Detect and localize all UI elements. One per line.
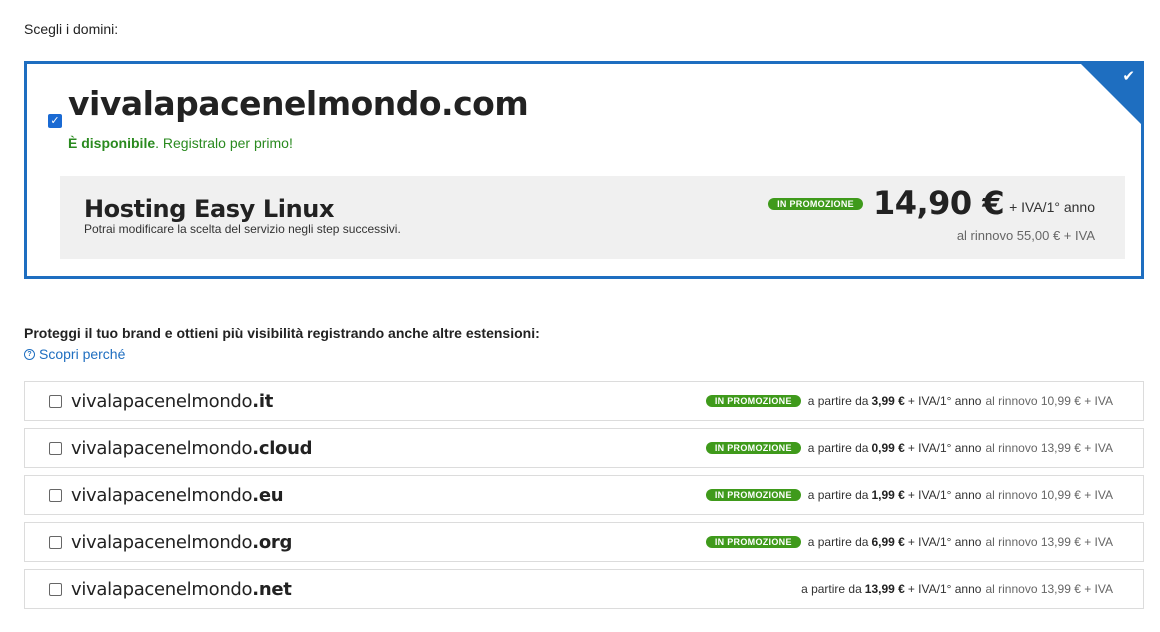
extension-checkbox[interactable]: [49, 489, 62, 502]
extension-row[interactable]: vivalapacenelmondo.it IN PROMOZIONE a pa…: [24, 381, 1144, 421]
extension-price-suffix: + IVA/1° anno: [907, 582, 982, 596]
extension-tld: .cloud: [252, 438, 313, 459]
extension-renewal: al rinnovo 10,99 € + IVA: [985, 394, 1113, 408]
page-heading: Scegli i domini:: [24, 21, 119, 37]
extension-checkbox[interactable]: [49, 583, 62, 596]
extension-domain-base: vivalapacenelmondo: [71, 485, 253, 506]
extension-price-value: 3,99 €: [871, 394, 905, 408]
extension-row[interactable]: vivalapacenelmondo.net a partire da 13,9…: [24, 569, 1144, 609]
hosting-price: IN PROMOZIONE 14,90 € + IVA/1° anno: [768, 184, 1095, 222]
extension-price-suffix: + IVA/1° anno: [907, 394, 982, 408]
hosting-box: Hosting Easy Linux Potrai modificare la …: [60, 176, 1125, 259]
extension-domain: vivalapacenelmondo.eu: [71, 485, 284, 506]
extensions-section-title: Proteggi il tuo brand e ottieni più visi…: [24, 325, 540, 341]
extension-row[interactable]: vivalapacenelmondo.org IN PROMOZIONE a p…: [24, 522, 1144, 562]
main-domain-card[interactable]: ✔ ✓ vivalapacenelmondo.com È disponibile…: [24, 61, 1144, 279]
extension-domain-base: vivalapacenelmondo: [71, 391, 253, 412]
extension-checkbox[interactable]: [49, 395, 62, 408]
extension-tld: .org: [252, 532, 293, 553]
main-domain-name: vivalapacenelmondo.com: [68, 84, 529, 123]
hosting-title: Hosting Easy Linux: [84, 195, 335, 223]
extension-price-value: 13,99 €: [864, 582, 905, 596]
extension-tld: .it: [252, 391, 273, 412]
extension-from: a partire da: [807, 535, 869, 549]
extension-domain-base: vivalapacenelmondo: [71, 438, 253, 459]
extension-price: IN PROMOZIONE a partire da 6,99 € + IVA/…: [705, 535, 1113, 549]
extension-renewal: al rinnovo 13,99 € + IVA: [985, 582, 1113, 596]
extension-price: IN PROMOZIONE a partire da 0,99 € + IVA/…: [705, 441, 1113, 455]
availability-strong: È disponibile: [68, 135, 156, 151]
extension-renewal: al rinnovo 13,99 € + IVA: [985, 535, 1113, 549]
extension-price-suffix: + IVA/1° anno: [907, 535, 982, 549]
extension-price-value: 1,99 €: [871, 488, 905, 502]
extension-from: a partire da: [801, 582, 862, 596]
extension-from: a partire da: [807, 488, 869, 502]
extension-price: a partire da 13,99 € + IVA/1° anno al ri…: [801, 582, 1113, 596]
extension-domain: vivalapacenelmondo.org: [71, 532, 292, 553]
checkmark-icon: ✔: [1122, 67, 1135, 85]
extension-domain-base: vivalapacenelmondo: [71, 579, 253, 600]
hosting-subtitle: Potrai modificare la scelta del servizio…: [84, 222, 401, 236]
extension-tld: .eu: [252, 485, 284, 506]
discover-link-label: Scopri perché: [39, 346, 126, 362]
promo-badge: IN PROMOZIONE: [705, 442, 801, 454]
extension-price-suffix: + IVA/1° anno: [907, 488, 982, 502]
promo-badge: IN PROMOZIONE: [705, 489, 801, 501]
discover-link[interactable]: ? Scopri perché: [24, 346, 125, 362]
hosting-price-suffix: + IVA/1° anno: [1009, 199, 1095, 215]
extension-renewal: al rinnovo 13,99 € + IVA: [985, 441, 1113, 455]
hosting-price-value: 14,90 €: [872, 184, 1005, 222]
extension-price-value: 6,99 €: [871, 535, 905, 549]
extension-from: a partire da: [807, 441, 869, 455]
extension-checkbox[interactable]: [49, 442, 62, 455]
extension-checkbox[interactable]: [49, 536, 62, 549]
availability-rest: . Registralo per primo!: [155, 135, 293, 151]
promo-badge: IN PROMOZIONE: [768, 198, 863, 210]
main-domain-checkbox[interactable]: ✓: [48, 114, 62, 128]
extension-price-suffix: + IVA/1° anno: [907, 441, 982, 455]
help-circle-icon: ?: [24, 348, 35, 360]
promo-badge: IN PROMOZIONE: [705, 395, 801, 407]
extension-price: IN PROMOZIONE a partire da 3,99 € + IVA/…: [705, 394, 1113, 408]
extension-price-value: 0,99 €: [871, 441, 905, 455]
extension-domain: vivalapacenelmondo.net: [71, 579, 292, 600]
hosting-renewal: al rinnovo 55,00 € + IVA: [956, 228, 1095, 243]
availability-status: È disponibile. Registralo per primo!: [68, 135, 293, 151]
extension-price: IN PROMOZIONE a partire da 1,99 € + IVA/…: [705, 488, 1113, 502]
extension-domain: vivalapacenelmondo.cloud: [71, 438, 313, 459]
extension-domain: vivalapacenelmondo.it: [71, 391, 273, 412]
extension-domain-base: vivalapacenelmondo: [71, 532, 253, 553]
extension-tld: .net: [252, 579, 292, 600]
extension-row[interactable]: vivalapacenelmondo.cloud IN PROMOZIONE a…: [24, 428, 1144, 468]
extension-from: a partire da: [807, 394, 869, 408]
extension-renewal: al rinnovo 10,99 € + IVA: [985, 488, 1113, 502]
promo-badge: IN PROMOZIONE: [705, 536, 801, 548]
extension-row[interactable]: vivalapacenelmondo.eu IN PROMOZIONE a pa…: [24, 475, 1144, 515]
